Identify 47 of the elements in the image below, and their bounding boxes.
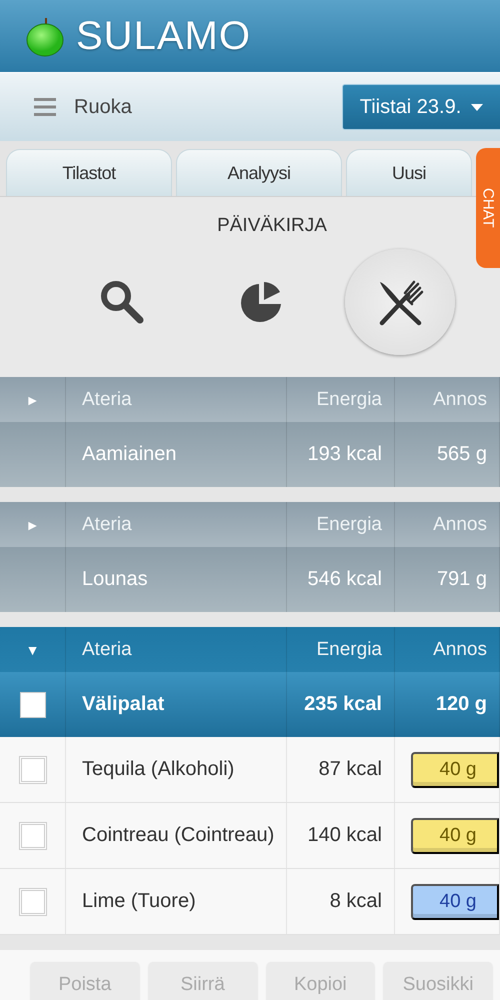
checkbox[interactable] xyxy=(18,756,46,784)
meal-name: Aamiainen xyxy=(82,443,177,466)
food-energy: 140 kcal xyxy=(308,824,382,847)
meal-name: Lounas xyxy=(82,568,148,591)
meal-energy: 193 kcal xyxy=(308,443,382,466)
food-name: Tequila (Alkoholi) xyxy=(82,758,234,781)
caret-icon xyxy=(471,104,484,110)
food-energy: 87 kcal xyxy=(318,758,382,781)
app-title: SULAMO xyxy=(76,14,251,58)
meal-portion: 791 g xyxy=(436,568,487,591)
food-energy: 8 kcal xyxy=(330,890,382,913)
expand-toggle[interactable]: ▼ xyxy=(26,642,40,658)
portion-badge[interactable]: 40 g xyxy=(411,884,499,920)
portion-badge[interactable]: 40 g xyxy=(411,818,499,854)
chat-tab[interactable]: CHAT xyxy=(476,148,500,268)
tab[interactable]: Analyysi xyxy=(176,149,342,196)
section-label: Ruoka xyxy=(74,96,133,118)
column-header: Energia xyxy=(316,388,382,410)
meal-portion: 565 g xyxy=(436,443,487,466)
search-icon xyxy=(98,278,146,326)
apple-logo-icon xyxy=(24,15,66,57)
column-header: Annos xyxy=(433,388,487,410)
food-name: Lime (Tuore) xyxy=(82,890,196,913)
meal-portion: 120 g xyxy=(436,693,487,716)
food-name: Cointreau (Cointreau) xyxy=(82,824,274,847)
column-header: Energia xyxy=(316,514,382,536)
pie-chart-icon xyxy=(239,280,283,324)
column-header: Ateria xyxy=(82,638,132,660)
checkbox[interactable] xyxy=(20,692,46,718)
menu-icon[interactable] xyxy=(34,98,56,116)
checkbox[interactable] xyxy=(18,888,46,916)
column-header: Annos xyxy=(433,638,487,660)
meal-name: Välipalat xyxy=(82,693,164,716)
column-header: Annos xyxy=(433,514,487,536)
tab[interactable]: Uusi xyxy=(346,149,472,196)
column-header: Ateria xyxy=(82,388,132,410)
tab[interactable]: Tilastot xyxy=(6,149,172,196)
column-header: Ateria xyxy=(82,514,132,536)
checkbox[interactable] xyxy=(18,822,46,850)
meal-energy: 546 kcal xyxy=(308,568,382,591)
expand-toggle[interactable]: ► xyxy=(26,392,40,408)
expand-toggle[interactable]: ► xyxy=(26,516,40,532)
portion-badge[interactable]: 40 g xyxy=(411,752,499,788)
column-header: Energia xyxy=(316,638,382,660)
date-dropdown[interactable]: Tiistai 23.9. xyxy=(342,84,500,130)
diary-title: PÄIVÄKIRJA xyxy=(217,215,327,237)
meal-energy: 235 kcal xyxy=(304,693,382,716)
